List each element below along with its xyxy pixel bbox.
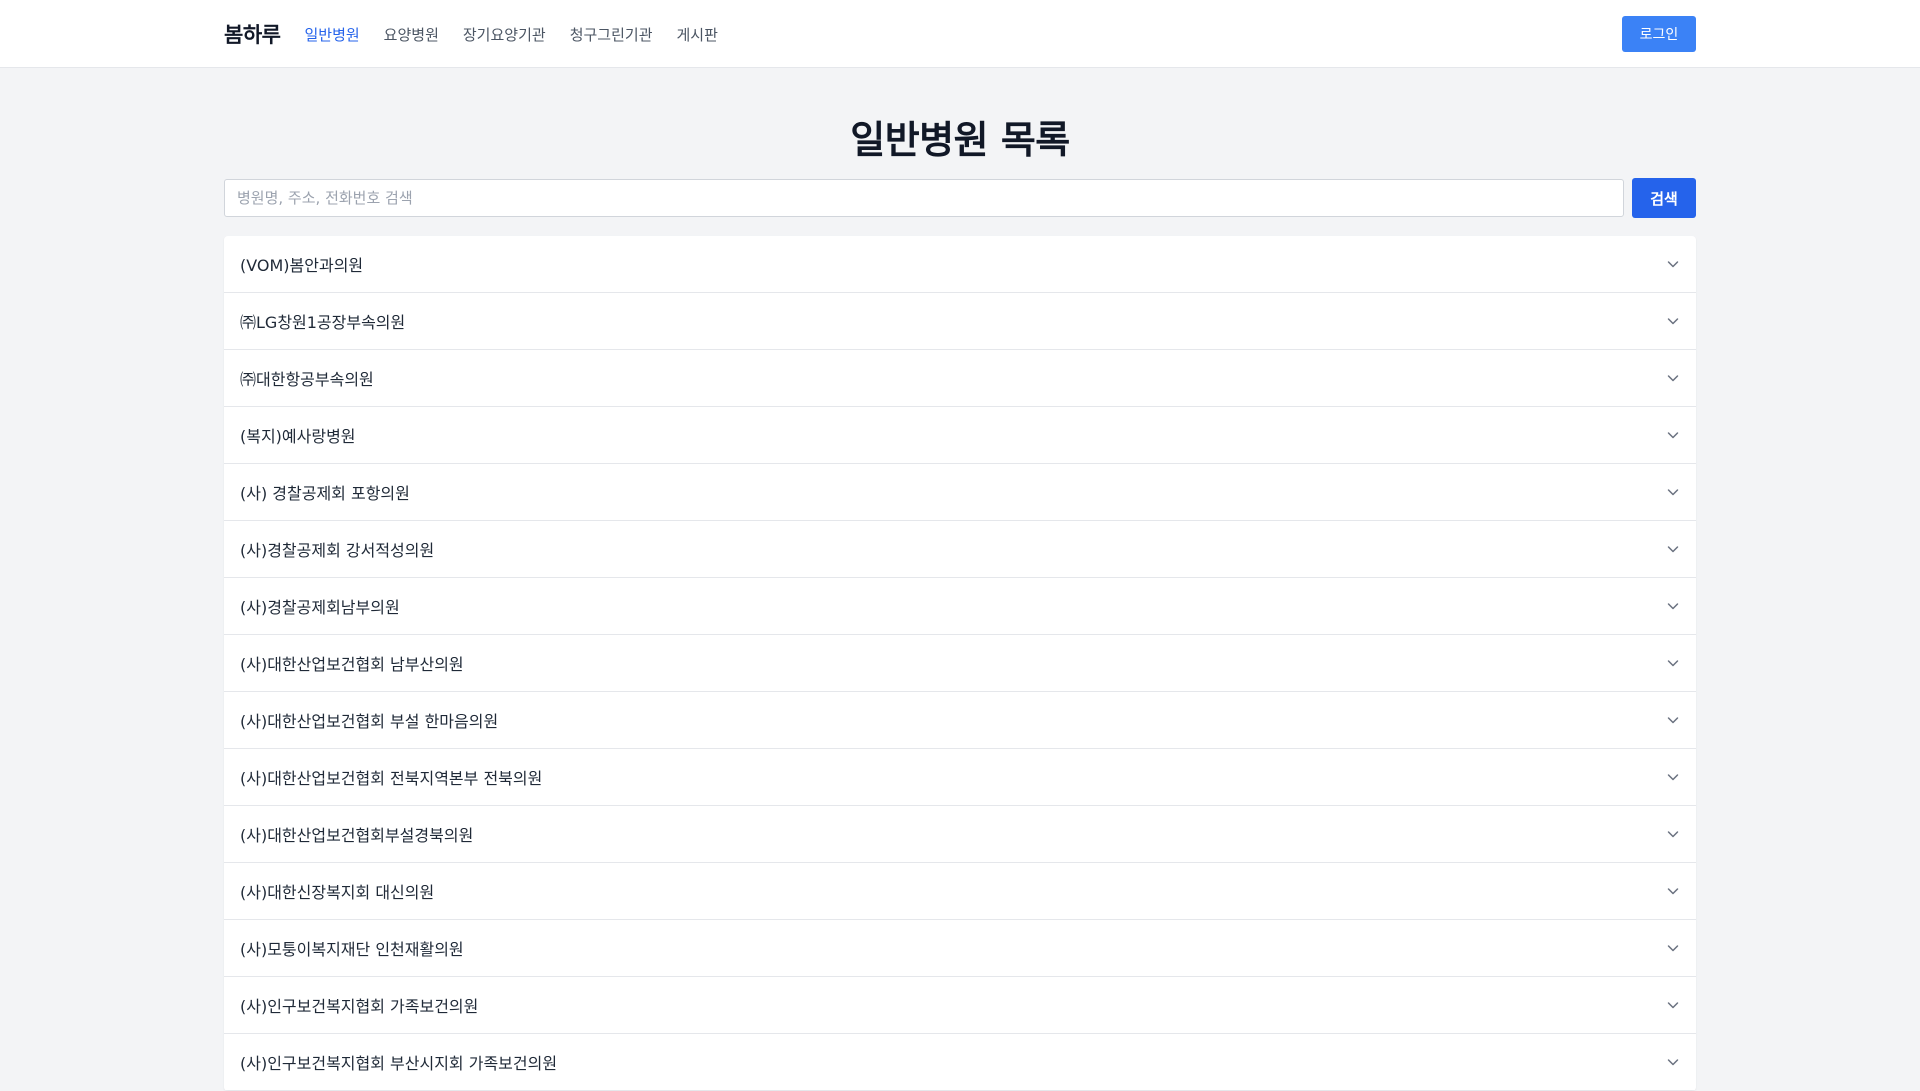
chevron-down-icon[interactable] [1666,827,1680,841]
hospital-list-item[interactable]: ㈜대한항공부속의원 [224,350,1696,407]
chevron-down-icon[interactable] [1666,941,1680,955]
hospital-name: (사) 경찰공제회 포항의원 [240,484,410,503]
top-navbar: 봄하루 일반병원 요양병원 장기요양기관 청구그린기관 게시판 로그인 [0,0,1920,68]
chevron-down-icon[interactable] [1666,713,1680,727]
nav-general-hospital[interactable]: 일반병원 [304,24,359,45]
hospital-name: (사)대한산업보건협회 전북지역본부 전북의원 [240,769,543,788]
chevron-down-icon[interactable] [1666,257,1680,271]
hospital-list-item[interactable]: (사)인구보건복지협회 가족보건의원 [224,977,1696,1034]
hospital-name: (사)대한산업보건협회부설경북의원 [240,826,474,845]
hospital-name: ㈜LG창원1공장부속의원 [240,313,406,332]
chevron-down-icon[interactable] [1666,428,1680,442]
nav-board[interactable]: 게시판 [677,24,718,45]
search-input[interactable] [224,179,1624,217]
search-button[interactable]: 검색 [1632,178,1696,218]
hospital-name: (사)대한신장복지회 대신의원 [240,883,435,902]
hospital-name: (사)경찰공제회남부의원 [240,598,400,617]
main-content: 일반병원 목록 검색 (VOM)봄안과의원 ㈜LG창원1공장부속의원 ㈜대한항공부속… [224,68,1696,1091]
chevron-down-icon[interactable] [1666,1055,1680,1069]
hospital-list-item[interactable]: (VOM)봄안과의원 [224,236,1696,293]
hospital-list-item[interactable]: (사)경찰공제회 강서적성의원 [224,521,1696,578]
hospital-name: (사)인구보건복지협회 가족보건의원 [240,997,479,1016]
search-bar: 검색 [224,178,1696,218]
nav-nursing-hospital[interactable]: 요양병원 [384,24,439,45]
navbar-inner: 봄하루 일반병원 요양병원 장기요양기관 청구그린기관 게시판 로그인 [224,0,1696,68]
hospital-list-item[interactable]: (사) 경찰공제회 포항의원 [224,464,1696,521]
hospital-name: (사)인구보건복지협회 부산시지회 가족보건의원 [240,1054,558,1073]
nav-long-term-care[interactable]: 장기요양기관 [463,24,546,45]
hospital-list-item[interactable]: (사)인구보건복지협회 부산시지회 가족보건의원 [224,1034,1696,1091]
hospital-name: (사)경찰공제회 강서적성의원 [240,541,435,560]
chevron-down-icon[interactable] [1666,998,1680,1012]
hospital-name: (사)모퉁이복지재단 인천재활의원 [240,940,464,959]
hospital-name: (사)대한산업보건협회 부설 한마음의원 [240,712,499,731]
chevron-down-icon[interactable] [1666,656,1680,670]
hospital-name: (복지)예사랑병원 [240,427,356,446]
hospital-name: (VOM)봄안과의원 [240,256,364,275]
hospital-name: (사)대한산업보건협회 남부산의원 [240,655,464,674]
hospital-list-item[interactable]: (복지)예사랑병원 [224,407,1696,464]
chevron-down-icon[interactable] [1666,371,1680,385]
brand-logo[interactable]: 봄하루 [224,19,281,49]
hospital-name: ㈜대한항공부속의원 [240,370,374,389]
chevron-down-icon[interactable] [1666,599,1680,613]
hospital-list-item[interactable]: (사)대한신장복지회 대신의원 [224,863,1696,920]
main-nav: 일반병원 요양병원 장기요양기관 청구그린기관 게시판 [304,24,741,45]
hospital-list-item[interactable]: (사)경찰공제회남부의원 [224,578,1696,635]
nav-claim-green[interactable]: 청구그린기관 [570,24,653,45]
chevron-down-icon[interactable] [1666,770,1680,784]
hospital-list-item[interactable]: (사)모퉁이복지재단 인천재활의원 [224,920,1696,977]
chevron-down-icon[interactable] [1666,542,1680,556]
hospital-list-item[interactable]: (사)대한산업보건협회 부설 한마음의원 [224,692,1696,749]
hospital-list-item[interactable]: ㈜LG창원1공장부속의원 [224,293,1696,350]
chevron-down-icon[interactable] [1666,314,1680,328]
hospital-list-item[interactable]: (사)대한산업보건협회 남부산의원 [224,635,1696,692]
chevron-down-icon[interactable] [1666,485,1680,499]
chevron-down-icon[interactable] [1666,884,1680,898]
hospital-list-item[interactable]: (사)대한산업보건협회부설경북의원 [224,806,1696,863]
hospital-list-item[interactable]: (사)대한산업보건협회 전북지역본부 전북의원 [224,749,1696,806]
login-button[interactable]: 로그인 [1622,16,1696,52]
hospital-list: (VOM)봄안과의원 ㈜LG창원1공장부속의원 ㈜대한항공부속의원 (복지)예사랑병원… [224,236,1696,1091]
page-title: 일반병원 목록 [850,118,1070,162]
